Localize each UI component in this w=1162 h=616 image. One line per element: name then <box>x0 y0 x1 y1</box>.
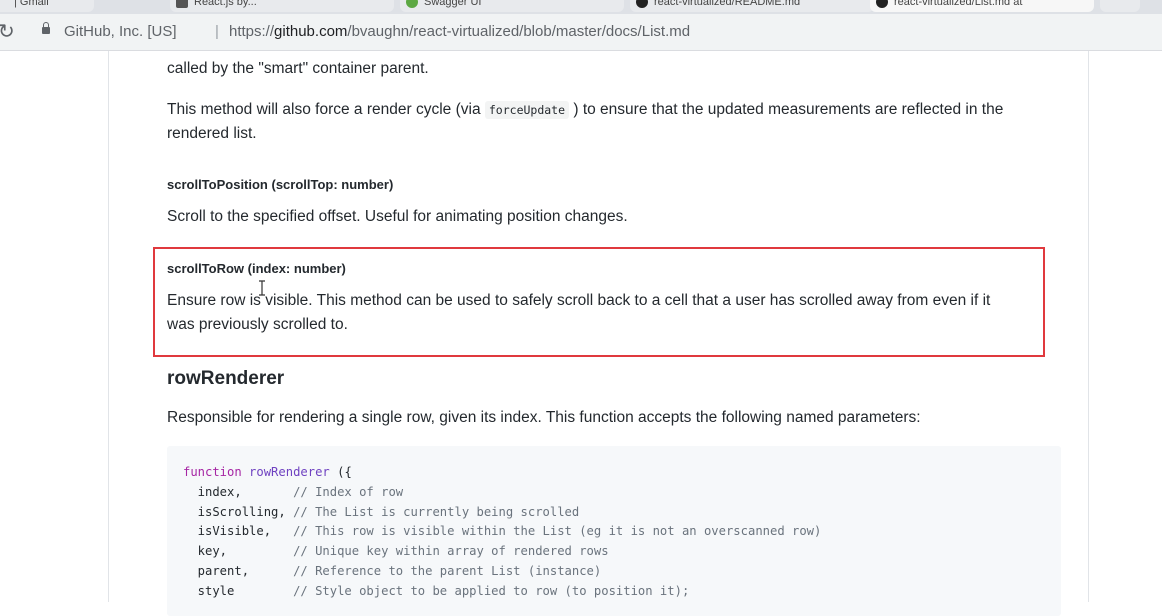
tab-strip: | Gmail React.js by... Swagger UI react-… <box>0 0 1162 14</box>
tab-swagger[interactable]: Swagger UI <box>400 0 624 12</box>
new-tab-button[interactable] <box>1100 0 1140 12</box>
reload-icon[interactable]: ↻ <box>0 20 15 42</box>
code-param: style <box>183 583 294 598</box>
heading-row-renderer: rowRenderer <box>167 368 285 389</box>
code-function-name: rowRenderer <box>249 465 330 479</box>
paragraph-smart-parent: called by the "smart" container parent. <box>167 60 429 77</box>
github-favicon-icon <box>876 0 888 8</box>
page-content: called by the "smart" container parent. … <box>0 51 1162 616</box>
text-cursor-icon <box>259 280 265 296</box>
paragraph-text: This method will also force a render cyc… <box>167 101 485 118</box>
tab-readme[interactable]: react-virtualized/README.md <box>630 0 874 12</box>
paragraph-scroll-to-position: Scroll to the specified offset. Useful f… <box>167 208 628 225</box>
browser-toolbar: ↻ GitHub, Inc. [US] | https://github.com… <box>0 14 1162 51</box>
tab-gmail[interactable]: | Gmail <box>0 0 94 12</box>
tab-label: react-virtualized/README.md <box>654 0 801 8</box>
code-comment: // The List is currently being scrolled <box>293 504 580 519</box>
code-comment: // Index of row <box>293 484 404 499</box>
github-favicon-icon <box>636 0 648 8</box>
tab-list-md[interactable]: react-virtualized/List.md at <box>870 0 1094 12</box>
url-separator: | <box>215 23 219 40</box>
code-block: function rowRenderer ({ index, // Index … <box>167 446 1061 616</box>
code-open-brace: ({ <box>329 465 352 479</box>
content-right-border <box>1088 51 1089 602</box>
page-favicon-icon <box>176 0 188 8</box>
code-comment: // Unique key within array of rendered r… <box>293 544 609 559</box>
code-comment: // Style object to be applied to row (to… <box>293 583 690 598</box>
paragraph-force-update-cont: rendered list. <box>167 125 257 142</box>
tab-label: Swagger UI <box>424 0 482 8</box>
code-param: isVisible, <box>183 524 294 539</box>
code-param: parent, <box>183 563 294 578</box>
site-identity[interactable]: GitHub, Inc. [US] <box>64 18 177 46</box>
paragraph-text: ) to ensure that the updated measurement… <box>573 101 1004 118</box>
code-param: key, <box>183 544 294 559</box>
code-comment: // This row is visible within the List (… <box>293 524 822 539</box>
url-host: github.com <box>274 23 348 40</box>
paragraph-row-renderer: Responsible for rendering a single row, … <box>167 409 921 426</box>
content-left-border <box>108 51 109 602</box>
tab-react[interactable]: React.js by... <box>170 0 394 12</box>
swagger-favicon-icon <box>406 0 418 8</box>
inline-code-force-update: forceUpdate <box>484 101 570 119</box>
code-keyword: function <box>183 465 242 479</box>
code-param: isScrolling, <box>183 504 294 519</box>
code-param: index, <box>183 484 294 499</box>
url-path: /bvaughn/react-virtualized/blob/master/d… <box>347 23 691 40</box>
heading-scroll-to-position: scrollToPosition (scrollTop: number) <box>167 177 394 192</box>
tab-label: | Gmail <box>14 0 49 8</box>
annotation-highlight-box <box>153 247 1045 357</box>
paragraph-force-update: This method will also force a render cyc… <box>167 98 1067 122</box>
tab-label: React.js by... <box>194 0 257 8</box>
code-comment: // Reference to the parent List (instanc… <box>293 563 602 578</box>
lock-icon[interactable] <box>42 22 50 34</box>
address-bar[interactable]: GitHub, Inc. [US] | https://github.com/b… <box>32 18 1162 46</box>
tab-label: react-virtualized/List.md at <box>894 0 1023 8</box>
url-scheme: https:// <box>229 23 275 40</box>
url-text[interactable]: https://github.com/bvaughn/react-virtual… <box>229 18 690 46</box>
code-lines: function rowRenderer ({ index, // Index … <box>183 463 821 602</box>
